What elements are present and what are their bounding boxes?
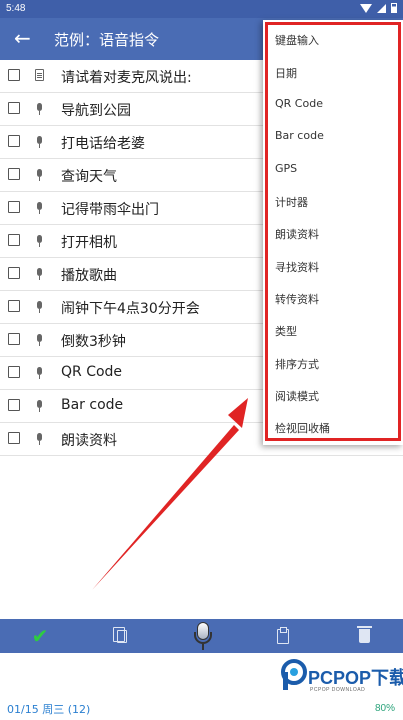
menu-item-timer[interactable]: 计时器	[275, 194, 308, 210]
list-item-label: 倒数3秒钟	[61, 334, 126, 350]
checkbox[interactable]	[8, 102, 20, 114]
microphone-icon	[33, 233, 47, 249]
page-title: 范例：语音指令	[54, 31, 160, 49]
menu-item-transfer-data[interactable]: 转传资料	[275, 291, 319, 307]
microphone-icon	[33, 431, 47, 447]
watermark: PCPOP下载 PCPOP DOWNLOAD	[280, 654, 403, 714]
voice-input-button[interactable]	[192, 620, 214, 652]
signal-icon	[377, 3, 386, 13]
checkbox[interactable]	[8, 234, 20, 246]
menu-item-read-aloud[interactable]: 朗读资料	[275, 226, 319, 242]
checkbox[interactable]	[8, 69, 20, 81]
menu-item-gps[interactable]: GPS	[275, 162, 297, 175]
note-icon	[33, 68, 47, 84]
menu-item-date[interactable]: 日期	[275, 65, 297, 81]
watermark-logo-icon	[281, 659, 307, 690]
list-item-label: 导航到公园	[61, 103, 131, 119]
menu-item-qr-code[interactable]: QR Code	[275, 97, 323, 110]
microphone-icon	[33, 266, 47, 282]
microphone-icon	[33, 200, 47, 216]
list-item-label: 查询天气	[61, 169, 117, 185]
microphone-icon	[33, 332, 47, 348]
list-item-label: Bar code	[61, 397, 124, 413]
checkbox[interactable]	[8, 267, 20, 279]
footer-date: 01/15 周三 (12)	[7, 703, 91, 716]
menu-item-bar-code[interactable]: Bar code	[275, 129, 324, 142]
list-item-label: QR Code	[61, 364, 123, 380]
checkbox[interactable]	[8, 366, 20, 378]
copy-button[interactable]	[102, 619, 142, 653]
checkbox[interactable]	[8, 399, 20, 411]
microphone-icon	[33, 167, 47, 183]
microphone-icon	[33, 365, 47, 381]
list-item-label: 朗读资料	[61, 433, 117, 449]
microphone-icon	[33, 398, 47, 414]
list-item-label: 打电话给老婆	[61, 136, 145, 152]
list-item-label: 播放歌曲	[61, 268, 117, 284]
check-icon: ✔	[31, 624, 49, 648]
copy-icon	[113, 626, 127, 643]
checkbox[interactable]	[8, 135, 20, 147]
battery-icon	[391, 3, 397, 13]
wifi-icon	[360, 3, 372, 13]
checkbox[interactable]	[8, 201, 20, 213]
menu-item-recycle-bin[interactable]: 检视回收桶	[275, 420, 330, 436]
menu-item-sort[interactable]: 排序方式	[275, 356, 319, 372]
back-arrow-icon[interactable]: ←	[14, 27, 36, 49]
status-bar: 5:48	[0, 0, 403, 18]
delete-button[interactable]	[344, 619, 384, 653]
list-item-label: 打开相机	[61, 235, 117, 251]
microphone-icon	[33, 134, 47, 150]
check-button[interactable]: ✔	[20, 619, 60, 653]
menu-item-find-data[interactable]: 寻找资料	[275, 259, 319, 275]
menu-item-type[interactable]: 类型	[275, 323, 297, 339]
clipboard-icon	[277, 626, 289, 644]
list-item-label: 记得带雨伞出门	[61, 202, 159, 218]
microphone-icon	[33, 299, 47, 315]
menu-item-keyboard-input[interactable]: 键盘输入	[275, 32, 319, 48]
watermark-sub: PCPOP DOWNLOAD	[310, 687, 366, 693]
checkbox[interactable]	[8, 333, 20, 345]
paste-button[interactable]	[263, 619, 303, 653]
menu-item-reading-mode[interactable]: 阅读模式	[275, 388, 319, 404]
microphone-icon	[33, 101, 47, 117]
checkbox[interactable]	[8, 432, 20, 444]
checkbox[interactable]	[8, 300, 20, 312]
trash-icon	[356, 626, 372, 643]
status-icons	[360, 3, 397, 13]
list-item-label: 闹钟下午4点30分开会	[61, 301, 200, 317]
status-time: 5:48	[6, 3, 26, 14]
list-item-label: 请试着对麦克风说出:	[61, 70, 192, 86]
checkbox[interactable]	[8, 168, 20, 180]
